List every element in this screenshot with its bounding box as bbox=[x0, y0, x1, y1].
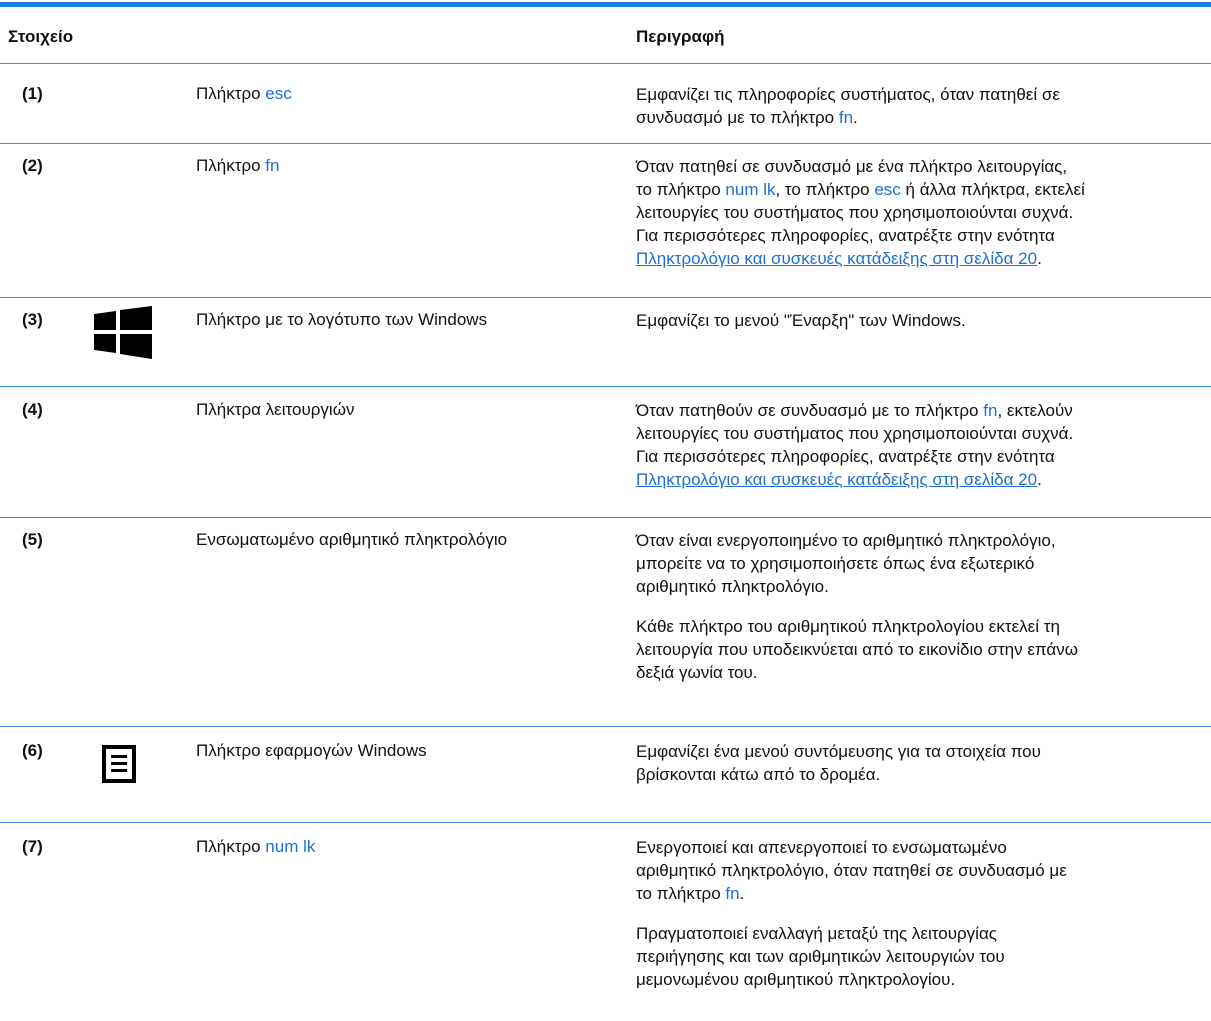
row-item-name: Ενσωματωμένο αριθμητικό πληκτρολόγιο bbox=[196, 530, 508, 549]
row-description: Εμφανίζει το μενού "Έναρξη" των Windows. bbox=[636, 311, 966, 330]
row-number: (5) bbox=[22, 530, 43, 549]
applications-key-icon bbox=[102, 745, 136, 788]
windows-logo-icon bbox=[94, 306, 154, 365]
row-description: Όταν πατηθεί σε συνδυασμό με ένα πλήκτρο… bbox=[636, 157, 1085, 268]
row-divider bbox=[0, 517, 1211, 518]
row-number: (1) bbox=[22, 84, 43, 103]
row-divider bbox=[0, 297, 1211, 298]
cross-reference-link[interactable]: Πληκτρολόγιο και συσκευές κατάδειξης στη… bbox=[636, 249, 1037, 268]
table-header: Στοιχείο Περιγραφή bbox=[0, 7, 1211, 63]
row-divider bbox=[0, 822, 1211, 823]
row-item-name: Πλήκτρα λειτουργιών bbox=[196, 400, 355, 419]
row-number: (4) bbox=[22, 400, 43, 419]
row-description: Ενεργοποιεί και απενεργοποιεί το ενσωματ… bbox=[636, 838, 1067, 989]
row-description: Εμφανίζει τις πληροφορίες συστήματος, ότ… bbox=[636, 85, 1060, 127]
row-divider bbox=[0, 386, 1211, 387]
row-number: (3) bbox=[22, 310, 43, 329]
row-number: (6) bbox=[22, 741, 43, 760]
row-description: Εμφανίζει ένα μενού συντόμευσης για τα σ… bbox=[636, 742, 1041, 784]
key-fn: fn bbox=[265, 156, 280, 175]
row-item-name: Πλήκτρο με το λογότυπο των Windows bbox=[196, 310, 488, 329]
key-fn: fn bbox=[838, 108, 854, 127]
row-description: Όταν πατηθούν σε συνδυασμό με το πλήκτρο… bbox=[636, 401, 1074, 489]
header-item: Στοιχείο bbox=[8, 27, 74, 46]
key-esc: esc bbox=[265, 84, 292, 103]
row-divider bbox=[0, 143, 1211, 144]
row-item-name: Πλήκτρο εφαρμογών Windows bbox=[196, 741, 427, 760]
row-divider bbox=[0, 726, 1211, 727]
header-description: Περιγραφή bbox=[636, 27, 725, 46]
key-num-lk: num lk bbox=[265, 837, 316, 856]
row-divider bbox=[0, 63, 1211, 64]
row-item-name: Πλήκτρο esc bbox=[196, 84, 292, 103]
row-item-name: Πλήκτρο fn bbox=[196, 156, 280, 175]
row-description: Όταν είναι ενεργοποιημένο το αριθμητικό … bbox=[636, 531, 1079, 682]
row-item-name: Πλήκτρο num lk bbox=[196, 837, 316, 856]
row-number: (2) bbox=[22, 156, 43, 175]
cross-reference-link[interactable]: Πληκτρολόγιο και συσκευές κατάδειξης στη… bbox=[636, 470, 1037, 489]
row-number: (7) bbox=[22, 837, 43, 856]
